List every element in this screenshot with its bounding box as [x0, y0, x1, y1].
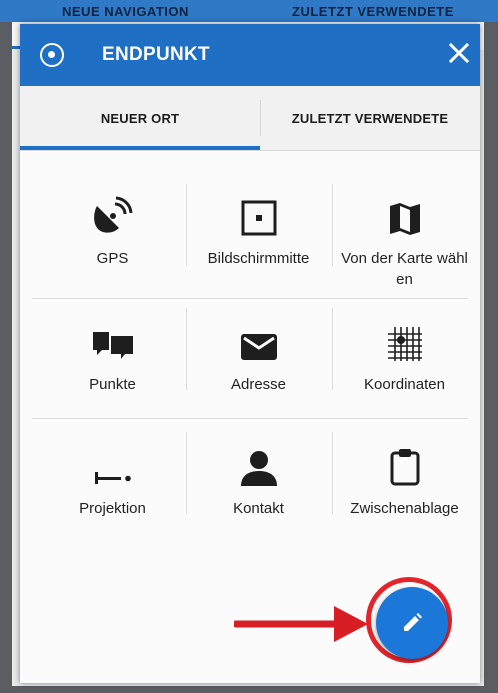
option-gps[interactable]: GPS — [40, 170, 185, 290]
map-icon — [388, 190, 422, 236]
option-label: Kontakt — [233, 500, 284, 517]
clipboard-icon — [389, 440, 421, 486]
projection-icon — [93, 440, 133, 486]
pencil-icon — [404, 613, 422, 631]
points-icon — [91, 316, 135, 362]
screen-center-icon — [241, 190, 277, 236]
option-projection[interactable]: Projektion — [40, 420, 185, 540]
annotation-arrow — [234, 606, 368, 642]
envelope-icon — [240, 316, 278, 362]
tab-recently-used[interactable]: ZULETZT VERWENDETE — [260, 86, 480, 150]
edit-fab-button[interactable] — [376, 587, 448, 659]
grid-divider — [32, 418, 468, 419]
option-screen-center[interactable]: Bildschirmmitte — [186, 170, 331, 290]
option-label: Von der Karte wählen — [341, 250, 468, 288]
background-tab-recent: ZULETZT VERWENDETE — [292, 4, 454, 19]
background-tab-bar: NEUE NAVIGATION ZULETZT VERWENDETE — [0, 0, 498, 22]
dialog-header: ENDPUNKT — [20, 24, 480, 86]
overlay-right — [484, 22, 498, 693]
close-icon[interactable] — [444, 38, 474, 68]
option-label: Projektion — [79, 500, 146, 517]
background-tab-new-navigation: NEUE NAVIGATION — [62, 4, 189, 19]
option-label: GPS — [96, 250, 129, 267]
overlay-bottom — [0, 686, 498, 693]
dialog-title: ENDPUNKT — [102, 44, 210, 65]
satellite-dish-icon — [93, 190, 133, 236]
option-clipboard[interactable]: Zwischenablage — [332, 420, 477, 540]
grid-coordinates-icon — [387, 316, 423, 362]
option-coordinates[interactable]: Koordinaten — [332, 296, 477, 416]
contact-icon — [239, 440, 279, 486]
option-select-from-map[interactable]: Von der Karte wählen — [332, 170, 477, 290]
dialog-tabs: NEUER ORT ZULETZT VERWENDETE — [20, 86, 480, 151]
option-address[interactable]: Adresse — [186, 296, 331, 416]
option-label: Zwischenablage — [350, 500, 459, 517]
option-points[interactable]: Punkte — [40, 296, 185, 416]
option-label: Adresse — [230, 376, 287, 393]
target-icon — [40, 43, 64, 67]
active-tab-indicator — [20, 146, 260, 150]
tab-new-location[interactable]: NEUER ORT — [20, 86, 260, 150]
option-label: Punkte — [89, 376, 136, 393]
option-label: Koordinaten — [364, 376, 445, 393]
option-contact[interactable]: Kontakt — [186, 420, 331, 540]
option-label: Bildschirmmitte — [207, 250, 310, 267]
overlay-left — [0, 22, 12, 693]
